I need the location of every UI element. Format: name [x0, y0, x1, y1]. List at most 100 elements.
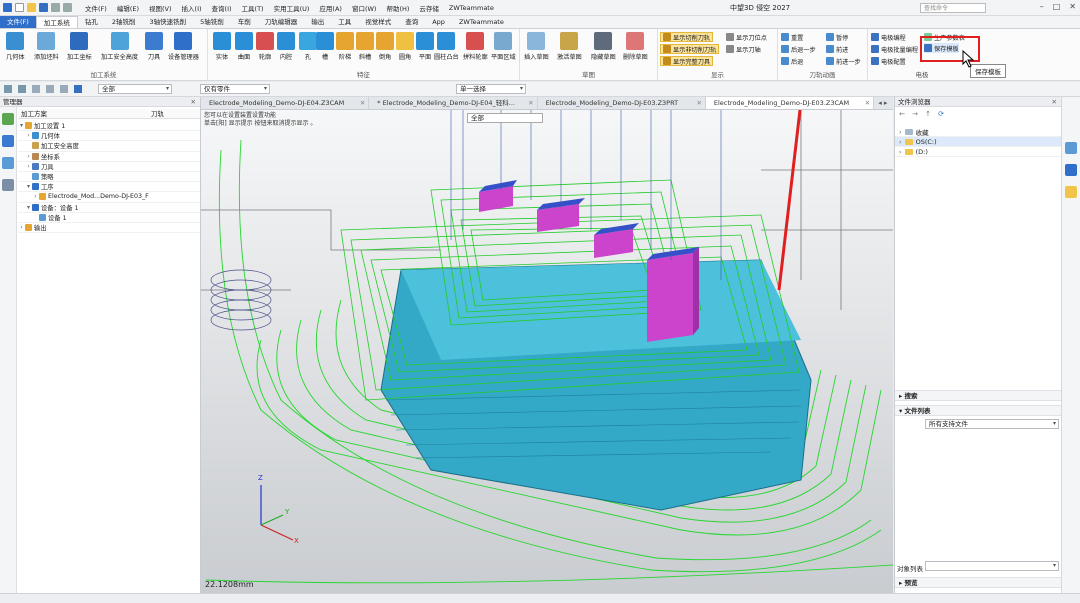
- menu-window[interactable]: 窗口(W): [347, 3, 382, 13]
- tool-button[interactable]: 刀具: [145, 32, 163, 61]
- feature-hole-button[interactable]: 孔: [299, 32, 317, 61]
- electrode-batch-button[interactable]: 电极批量编程: [871, 44, 918, 54]
- tree-item-geometry[interactable]: › 几何体: [18, 131, 200, 142]
- open-file-icon[interactable]: [27, 3, 36, 12]
- tab-close-icon[interactable]: ✕: [865, 97, 870, 109]
- tab-query[interactable]: 查询: [398, 16, 425, 28]
- tab-close-icon[interactable]: ✕: [528, 97, 533, 109]
- maximize-icon[interactable]: □: [1053, 2, 1061, 11]
- tree-item-electrode-op[interactable]: › Electrode_Mod...Demo-DJ-E03_F: [18, 192, 200, 203]
- pause-button[interactable]: 暂停: [826, 32, 848, 42]
- doc-tab-e03-cam[interactable]: Electrode_Modeling_Demo-DJ-E03.Z3CAM ✕: [705, 97, 875, 109]
- menu-insert[interactable]: 插入(I): [177, 3, 207, 13]
- minimize-icon[interactable]: –: [1040, 2, 1044, 11]
- tab-machining-system[interactable]: 加工系统: [35, 16, 78, 28]
- menu-tools[interactable]: 工具(T): [237, 3, 269, 13]
- undo-icon[interactable]: [32, 85, 40, 93]
- reset-button[interactable]: 重置: [781, 32, 803, 42]
- search-section[interactable]: ▸ 搜索: [895, 390, 1062, 401]
- tab-2axis[interactable]: 2轴铣削: [105, 16, 143, 28]
- layer-icon[interactable]: [2, 179, 14, 191]
- tab-tools[interactable]: 工具: [331, 16, 358, 28]
- geometry-button[interactable]: 几何体: [6, 32, 25, 61]
- file-list-section[interactable]: ▾ 文件列表: [895, 405, 1062, 416]
- library-icon[interactable]: [1065, 164, 1077, 176]
- electrode-programming-button[interactable]: 电极编程: [871, 32, 906, 42]
- feature-material-profile-button[interactable]: 拼料轮廓: [463, 32, 488, 61]
- hide-sketch-button[interactable]: 隐藏草图: [591, 32, 616, 61]
- tab-scroll-icon[interactable]: ◂ ▸ ▾: [874, 97, 893, 119]
- machining-coordinate-button[interactable]: 加工坐标: [67, 32, 92, 61]
- feature-profile-button[interactable]: 轮廓: [256, 32, 274, 61]
- doc-tab-e04-modified[interactable]: * Electrode_Modeling_Demo-DJ-E04_轻科... ✕: [369, 97, 538, 109]
- machining-plan-icon[interactable]: [2, 113, 14, 125]
- save-icon[interactable]: [39, 3, 48, 12]
- snap-icon[interactable]: [46, 85, 54, 93]
- step-forward-button[interactable]: 前进一步: [826, 56, 861, 66]
- app-logo-icon[interactable]: [3, 3, 12, 12]
- tree-item-tool[interactable]: › 刀具: [18, 162, 200, 172]
- pick-icon[interactable]: [60, 85, 68, 93]
- select-icon[interactable]: [4, 85, 12, 93]
- history-icon[interactable]: [2, 135, 14, 147]
- tab-app[interactable]: App: [425, 16, 452, 28]
- new-file-icon[interactable]: [15, 3, 24, 12]
- menu-utilities[interactable]: 实用工具(U): [269, 3, 315, 13]
- up-arrow-icon[interactable]: ↑: [923, 110, 933, 119]
- show-cutting-toolpath-toggle[interactable]: 显示切削刀轨: [660, 32, 714, 42]
- 3d-viewport[interactable]: 您可以在设置装置设置功能 单击[阳] 显示提示 按钮来取消提示显示 。 全部 Z…: [201, 110, 893, 593]
- tree-item-strategy[interactable]: 策略: [18, 172, 200, 183]
- back-button[interactable]: 后退: [781, 56, 803, 66]
- filter-icon[interactable]: [18, 85, 26, 93]
- menu-cloud[interactable]: 云存储: [414, 3, 444, 13]
- tab-turning[interactable]: 车削: [231, 16, 258, 28]
- menu-view[interactable]: 视图(V): [144, 3, 177, 13]
- menu-file[interactable]: 文件(F): [80, 3, 112, 13]
- viewport-filter-combo[interactable]: 全部: [467, 113, 543, 123]
- filter-all-combo[interactable]: 全部: [98, 84, 172, 94]
- show-tool-point-button[interactable]: 显示刀位点: [726, 32, 767, 42]
- safe-height-button[interactable]: 加工安全高度: [101, 32, 138, 61]
- device-manager-button[interactable]: 设备管理器: [168, 32, 199, 61]
- tab-drilling[interactable]: 钻孔: [78, 16, 105, 28]
- close-icon[interactable]: ✕: [1069, 2, 1076, 11]
- refresh-icon[interactable]: ⟳: [936, 110, 946, 119]
- panel-close-icon[interactable]: ✕: [191, 97, 196, 107]
- preview-section[interactable]: ▸ 预览: [895, 577, 1062, 588]
- tab-file[interactable]: 文件(F): [0, 16, 36, 28]
- menu-edit[interactable]: 编辑(E): [112, 3, 144, 13]
- file-item-d-drive[interactable]: › (D:): [895, 147, 1062, 157]
- undo-icon[interactable]: [51, 3, 60, 12]
- show-full-tool-toggle[interactable]: 显示完整刀具: [660, 56, 714, 66]
- redo-icon[interactable]: [63, 3, 72, 12]
- column-plan[interactable]: 加工方案: [18, 109, 148, 118]
- file-item-c-drive[interactable]: › OS(C:): [895, 137, 1062, 147]
- show-tool-axis-button[interactable]: 显示刀轴: [726, 44, 761, 54]
- tab-teammate[interactable]: ZWTeammate: [452, 16, 511, 28]
- feature-slot-button[interactable]: 槽: [316, 32, 334, 61]
- layer-icon[interactable]: [74, 85, 82, 93]
- tab-visual-style[interactable]: 视觉样式: [358, 16, 398, 28]
- tree-item-operations[interactable]: ▾ 工序: [18, 182, 200, 193]
- feature-pocket-button[interactable]: 内腔: [277, 32, 295, 61]
- file-item-favorites[interactable]: › 收藏: [895, 127, 1062, 137]
- tab-close-icon[interactable]: ✕: [360, 97, 365, 109]
- menu-teammate[interactable]: ZWTeammate: [444, 4, 499, 12]
- insert-sketch-button[interactable]: 插入草图: [524, 32, 549, 61]
- feature-surface-button[interactable]: 曲面: [235, 32, 253, 61]
- tree-item-safe-height[interactable]: 加工安全高度: [18, 141, 200, 152]
- tree-item-output[interactable]: › 输出: [18, 223, 200, 234]
- activate-sketch-button[interactable]: 激活草图: [557, 32, 582, 61]
- view-icon[interactable]: [2, 157, 14, 169]
- delete-sketch-button[interactable]: 删除草图: [623, 32, 648, 61]
- add-stock-button[interactable]: 添加坯料: [34, 32, 59, 61]
- tab-toolpath-editor[interactable]: 刀轨编辑器: [258, 16, 305, 28]
- feature-step-button[interactable]: 阶梯: [336, 32, 354, 61]
- feature-plane-button[interactable]: 平面: [416, 32, 434, 61]
- file-type-filter-combo[interactable]: 所有支持文件: [925, 419, 1059, 429]
- forward-arrow-icon[interactable]: →: [910, 110, 920, 119]
- file-browser-icon[interactable]: [1065, 142, 1077, 154]
- select-mode-combo[interactable]: 单一选择: [456, 84, 526, 94]
- column-toolpath[interactable]: 刀轨: [148, 109, 164, 118]
- menu-apps[interactable]: 应用(A): [314, 3, 347, 13]
